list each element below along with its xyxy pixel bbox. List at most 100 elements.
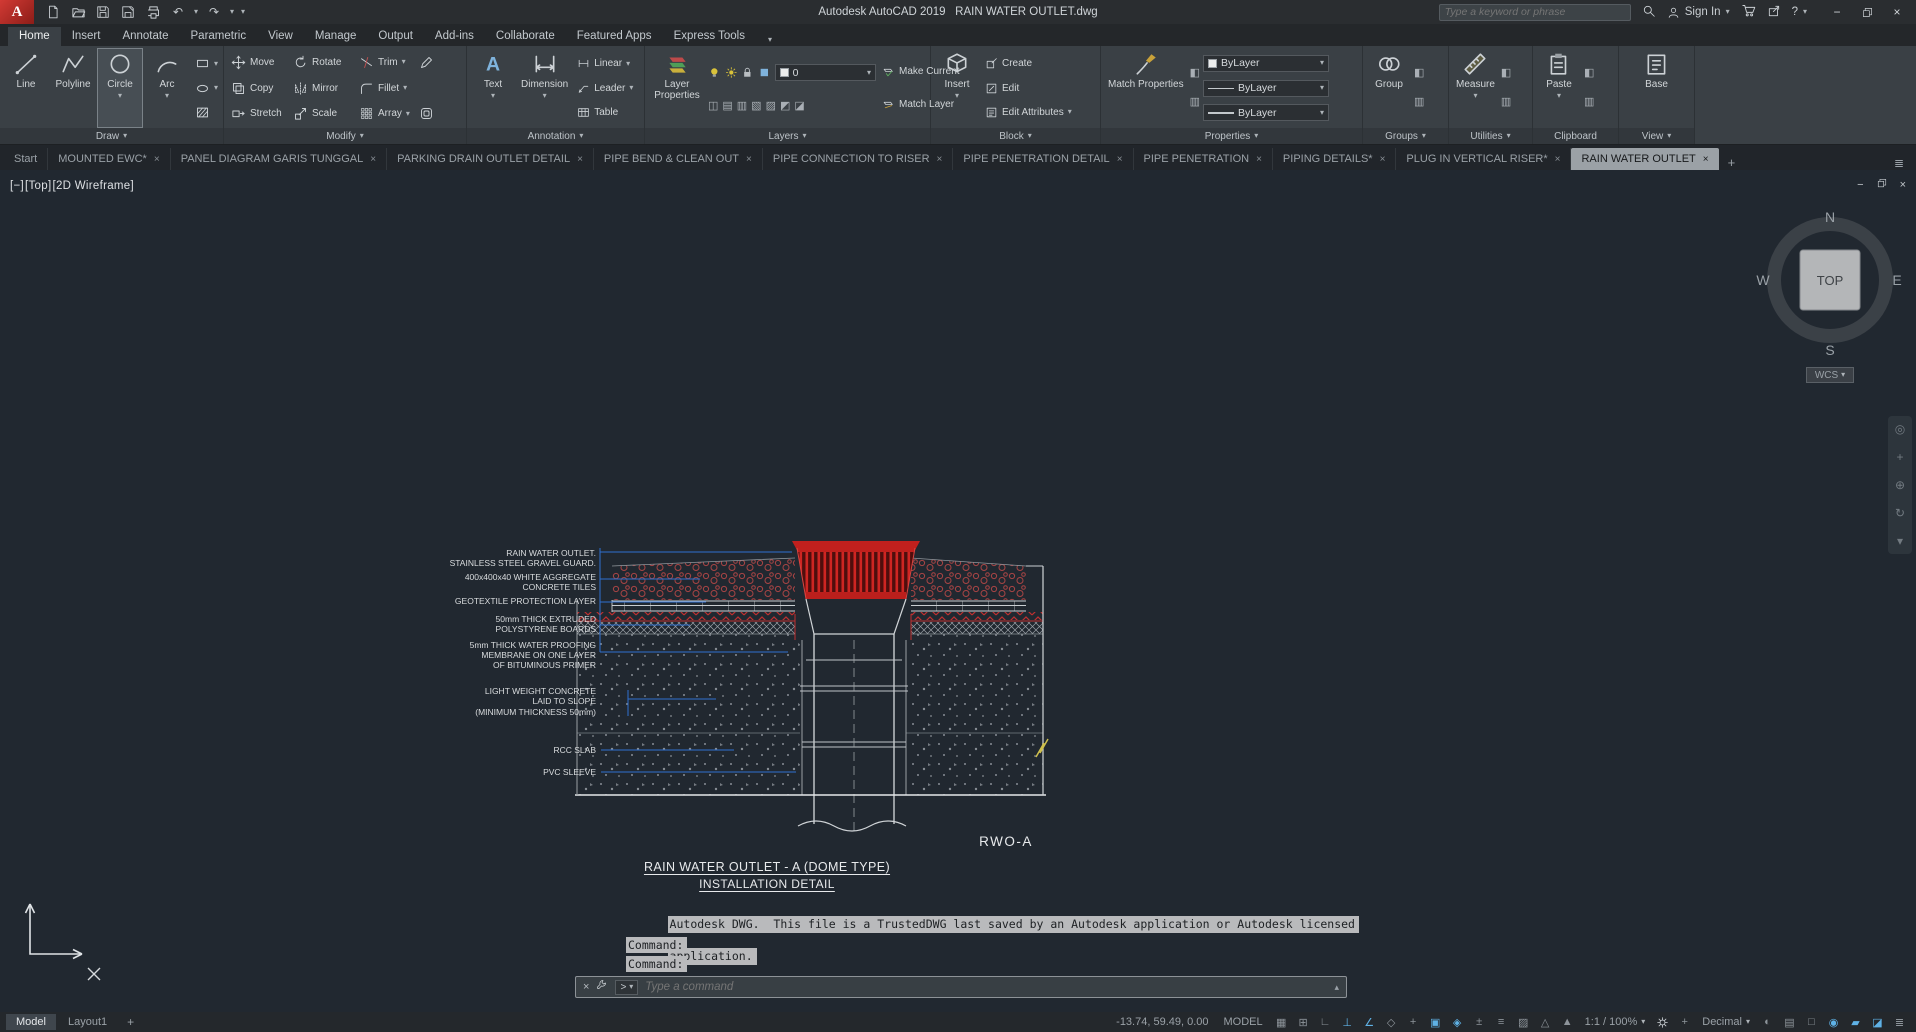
redo-button[interactable]: ↷ [205,3,223,21]
copy-button[interactable]: Copy [228,79,290,98]
fillet-button[interactable]: Fillet▾ [356,79,416,98]
quick-select-icon[interactable]: ◧ [1501,68,1511,79]
layer-color-icon[interactable] [758,66,771,79]
layer-thaw-sun-icon[interactable] [725,66,738,79]
crosshair-move-icon[interactable]: + [1674,1014,1695,1031]
ribbon-tab-featured-apps[interactable]: Featured Apps [566,27,663,46]
rectangle-button[interactable]: ▾ [192,54,221,73]
layout1-tab[interactable]: Layout1 [58,1014,117,1030]
infer-constraints-toggle[interactable]: ∟ [1315,1014,1336,1031]
line-button[interactable]: Line [4,49,48,127]
circle-caret-icon[interactable]: ▾ [118,92,122,100]
workspace-gear-icon[interactable] [1652,1014,1673,1031]
open-file-button[interactable] [69,3,87,21]
customization-menu-icon[interactable]: ≣ [1889,1014,1910,1031]
ribbon-tab-insert[interactable]: Insert [61,27,112,46]
pan-icon[interactable]: + [1896,450,1903,464]
minimize-window-button[interactable]: − [1822,1,1852,23]
isolate-objects-toggle[interactable]: ◉ [1823,1014,1844,1031]
copy-clip-icon[interactable]: ▥ [1584,97,1594,108]
quick-calc-icon[interactable]: ▥ [1501,97,1511,108]
edit-block-button[interactable]: Edit [982,79,1075,98]
ungroup-icon[interactable]: ◧ [1414,68,1424,79]
viewcube-north-label[interactable]: N [1825,209,1835,225]
layer-tools-icon-strip[interactable]: ◫▤▥▧▨◩◪ [708,99,809,112]
doc-tab-close-icon[interactable]: × [1555,154,1561,165]
ribbon-tab-express-tools[interactable]: Express Tools [663,27,756,46]
arc-button[interactable]: Arc ▾ [145,49,189,127]
ortho-toggle[interactable]: ⊥ [1337,1014,1358,1031]
properties-panel-footer[interactable]: Properties▾ [1101,128,1362,144]
doc-tab-plug-in-vertical-riser[interactable]: PLUG IN VERTICAL RISER*× [1396,148,1571,170]
doc-tab-close-icon[interactable]: × [937,154,943,165]
view-panel-footer[interactable]: View▾ [1619,128,1694,144]
command-line[interactable]: × > ▾ ▴ [575,976,1347,998]
share-icon[interactable] [1767,4,1781,21]
new-file-button[interactable] [44,3,62,21]
model-space-button[interactable]: MODEL [1217,1016,1270,1028]
viewcube-east-label[interactable]: E [1892,272,1901,288]
cut-icon[interactable]: ◧ [1584,68,1594,79]
new-layout-button[interactable]: + [119,1013,142,1031]
units-dropdown[interactable]: Decimal ▾ [1696,1016,1756,1028]
annotation-scale-dropdown[interactable]: 1:1 / 100% ▾ [1579,1016,1652,1028]
table-button[interactable]: Table [574,103,636,122]
block-panel-footer[interactable]: Block▾ [931,128,1100,144]
insert-block-button[interactable]: Insert ▾ [935,49,979,127]
doc-tab-panel-diagram[interactable]: PANEL DIAGRAM GARIS TUNGGAL× [171,148,387,170]
qat-menu-caret-icon[interactable]: ▾ [241,8,245,16]
layers-panel-footer[interactable]: Layers▾ [645,128,930,144]
restore-window-button[interactable] [1852,1,1882,23]
steering-wheel-icon[interactable]: ◎ [1895,422,1905,436]
3d-object-snap-toggle[interactable]: ◈ [1447,1014,1468,1031]
rotate-button[interactable]: Rotate [290,53,356,72]
recent-commands-button[interactable]: > ▾ [615,980,638,995]
scale-button[interactable]: Scale [290,104,356,123]
autocad-logo-icon[interactable]: A [0,0,34,24]
ribbon-tab-view[interactable]: View [257,27,304,46]
annotation-scale-icon[interactable]: △ [1535,1014,1556,1031]
group-button[interactable]: Group [1367,49,1411,127]
edit-hatch-button[interactable] [416,53,437,72]
array-button[interactable]: Array▾ [356,104,416,123]
create-block-button[interactable]: Create [982,54,1075,73]
ribbon-tab-output[interactable]: Output [367,27,424,46]
linetype-dropdown[interactable]: ByLayer ▾ [1203,80,1329,97]
arc-caret-icon[interactable]: ▾ [165,92,169,100]
lineweight-dropdown[interactable]: ByLayer ▾ [1203,104,1329,121]
viewcube[interactable]: N W E S TOP [1754,200,1906,360]
object-snap-tracking-toggle[interactable]: + [1403,1014,1424,1031]
command-input[interactable] [645,981,1327,993]
command-customize-icon[interactable] [596,978,608,996]
viewcube-face-label[interactable]: TOP [1817,273,1844,288]
annotation-panel-footer[interactable]: Annotation▾ [467,128,644,144]
zoom-icon[interactable]: ⊕ [1895,478,1905,492]
graphics-performance-toggle[interactable]: ▰ [1845,1014,1866,1031]
object-color-dropdown[interactable]: ByLayer ▾ [1203,55,1329,72]
drawing-restore-button[interactable] [1877,178,1887,191]
doc-tab-pipe-connection[interactable]: PIPE CONNECTION TO RISER× [763,148,954,170]
undo-button[interactable]: ↶ [169,3,187,21]
offset-button[interactable] [416,104,437,123]
snap-toggle[interactable]: ⊞ [1293,1014,1314,1031]
layer-select-dropdown[interactable]: 0 ▾ [775,64,876,81]
doc-tab-pipe-penetration-detail[interactable]: PIPE PENETRATION DETAIL× [953,148,1133,170]
doc-tab-mounted-ewc[interactable]: MOUNTED EWC*× [48,148,170,170]
trim-button[interactable]: Trim▾ [356,53,416,72]
viewport-view-control[interactable]: [Top] [25,180,51,192]
doc-tab-close-icon[interactable]: × [1256,154,1262,165]
drawing-close-button[interactable]: × [1900,179,1906,191]
stretch-button[interactable]: Stretch [228,104,290,123]
ribbon-tab-addins[interactable]: Add-ins [424,27,485,46]
base-view-button[interactable]: Base [1635,49,1679,127]
doc-tab-close-icon[interactable]: × [154,154,160,165]
doc-tab-close-icon[interactable]: × [370,154,376,165]
ellipse-button[interactable]: ▾ [192,79,221,98]
doc-tab-pipe-penetration[interactable]: PIPE PENETRATION× [1134,148,1273,170]
modify-panel-footer[interactable]: Modify▾ [224,128,466,144]
doc-tab-rain-water-outlet[interactable]: RAIN WATER OUTLET× [1571,148,1718,170]
dimension-button[interactable]: Dimension ▾ [518,49,571,127]
model-tab[interactable]: Model [6,1014,56,1030]
redo-caret-icon[interactable]: ▾ [230,8,234,16]
undo-caret-icon[interactable]: ▾ [194,8,198,16]
